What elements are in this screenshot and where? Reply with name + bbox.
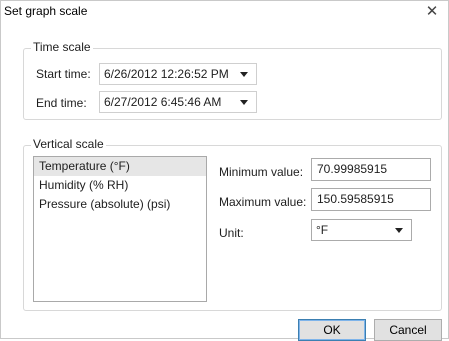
end-time-picker[interactable]: 6/27/2012 6:45:46 AM [99,91,257,113]
time-scale-legend: Time scale [31,40,93,54]
close-icon[interactable]: ✕ [422,2,442,22]
chevron-down-icon[interactable] [240,71,248,77]
start-time-label: Start time: [36,67,91,81]
minimum-value-label: Minimum value: [219,165,304,179]
minimum-value-input[interactable]: 70.99985915 [311,158,431,181]
end-time-label: End time: [36,96,87,110]
chevron-down-icon[interactable] [395,227,403,233]
start-time-picker[interactable]: 6/26/2012 12:26:52 PM [99,63,257,85]
ok-button[interactable]: OK [298,319,366,341]
maximum-value-label: Maximum value: [219,195,307,209]
start-time-value: 6/26/2012 12:26:52 PM [104,67,229,81]
end-time-value: 6/27/2012 6:45:46 AM [104,95,222,109]
set-graph-scale-dialog: Set graph scale ✕ Time scale Start time:… [0,0,449,341]
list-item-pressure[interactable]: Pressure (absolute) (psi) [34,195,206,214]
unit-select[interactable]: °F [311,219,412,241]
vertical-scale-legend: Vertical scale [31,137,106,151]
list-item-temperature[interactable]: Temperature (°F) [34,157,206,176]
chevron-down-icon[interactable] [240,99,248,105]
cancel-button[interactable]: Cancel [374,319,442,341]
unit-value: °F [316,223,329,237]
measurement-list[interactable]: Temperature (°F) Humidity (% RH) Pressur… [33,156,207,302]
list-item-humidity[interactable]: Humidity (% RH) [34,176,206,195]
unit-label: Unit: [219,226,244,240]
maximum-value-input[interactable]: 150.59585915 [311,188,431,211]
dialog-title: Set graph scale [4,4,88,18]
